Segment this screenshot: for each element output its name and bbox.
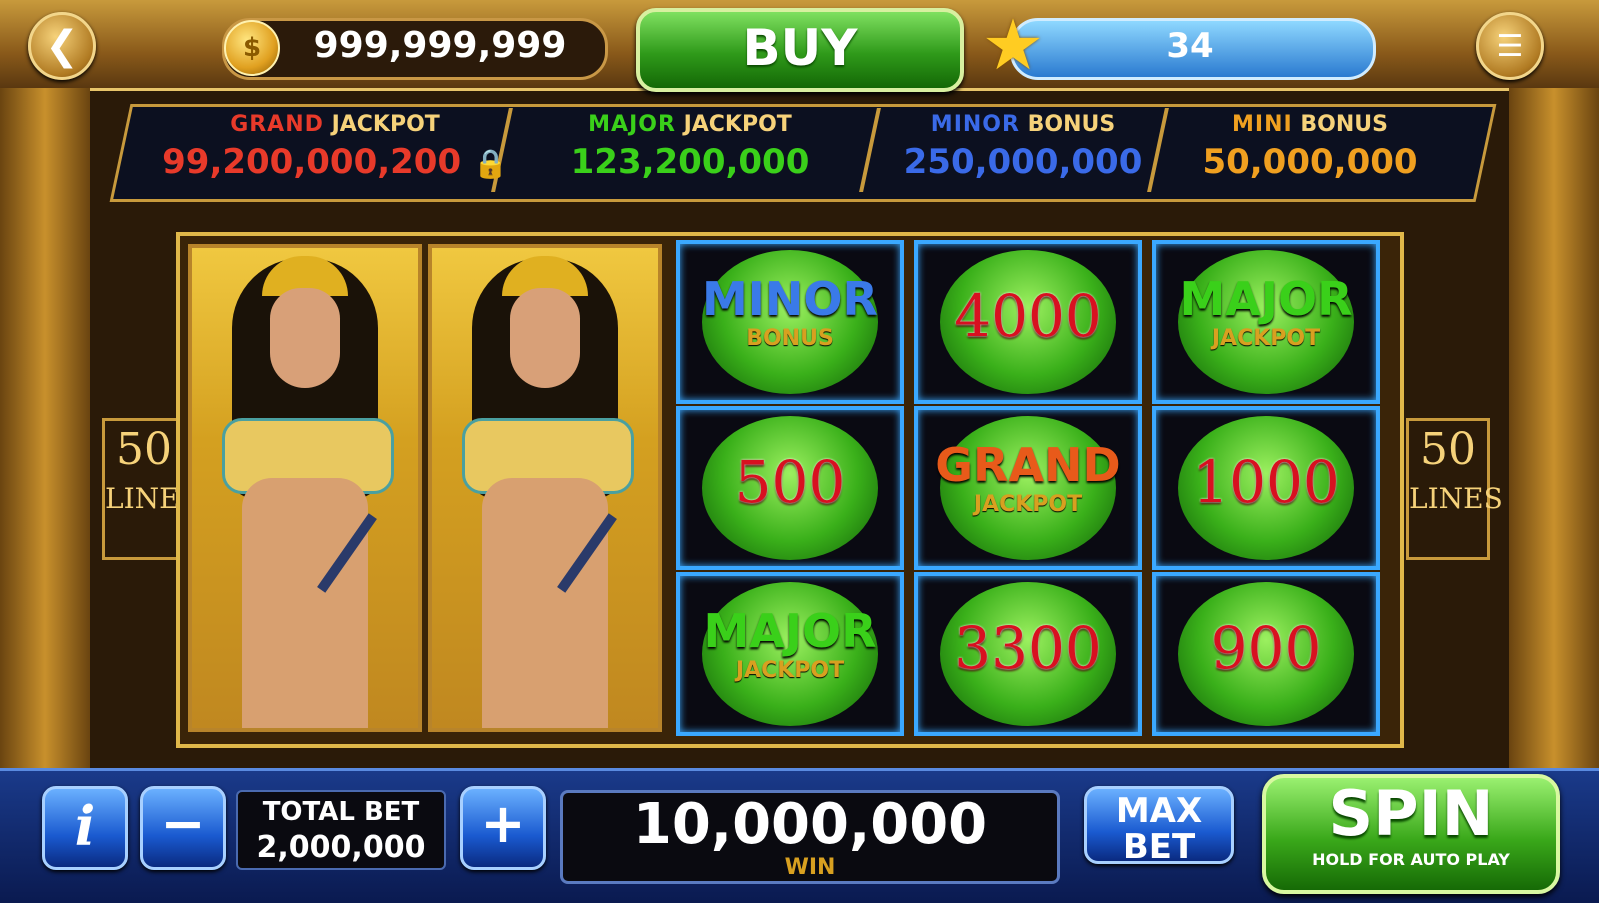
jackpot-kind: JACKPOT [683, 112, 792, 137]
reel-cell: 1000 [1152, 406, 1380, 570]
jackpot-value: 250,000,000 [903, 142, 1143, 182]
chevron-left-icon: ❮ [45, 23, 79, 69]
jackpot-kind: BONUS [1027, 112, 1116, 137]
spin-button[interactable]: SPIN HOLD FOR AUTO PLAY [1262, 774, 1560, 894]
info-button[interactable]: i [42, 786, 128, 870]
reel-cell: 500 [676, 406, 904, 570]
lock-icon: 🔒 [472, 147, 508, 180]
lines-indicator-left: 50 LINES [102, 418, 199, 560]
spin-label: SPIN [1328, 777, 1494, 850]
symbol-sub: BONUS [746, 326, 834, 351]
jackpot-value: 123,200,000 [570, 142, 810, 182]
buy-button[interactable]: BUY [636, 8, 964, 92]
jackpot-tag: MAJOR [588, 112, 676, 137]
jackpot-tag: MINOR [930, 112, 1020, 137]
total-bet-display: TOTAL BET 2,000,000 [236, 790, 446, 870]
max-bet-label: MAX [1115, 791, 1203, 831]
symbol-value: 3300 [954, 614, 1102, 682]
symbol-value: 900 [1210, 614, 1322, 682]
reel-cell: 4000 [914, 240, 1142, 404]
jackpot-value: 99,200,000,200 [162, 142, 462, 182]
right-wall-decoration [1509, 88, 1599, 768]
symbol-value: 1000 [1192, 448, 1340, 516]
minor-bonus: MINOR BONUS 250,000,000 [878, 110, 1168, 192]
win-label: WIN [784, 855, 836, 880]
decrease-bet-button[interactable]: − [140, 786, 226, 870]
queen-symbol [188, 244, 422, 732]
jackpot-tag: MINI [1232, 112, 1293, 137]
jackpot-kind: BONUS [1300, 112, 1388, 137]
lines-label: LINES [1409, 482, 1503, 515]
jackpot-tag: GRAND [230, 112, 324, 137]
back-button[interactable]: ❮ [28, 12, 96, 80]
reel-cell: MAJOR JACKPOT [676, 572, 904, 736]
left-wall-decoration [0, 88, 90, 768]
coin-icon: $ [224, 20, 280, 76]
coin-balance: 999,999,999 [313, 25, 567, 66]
grand-jackpot: GRAND JACKPOT 99,200,000,200 🔒 [160, 110, 510, 192]
reel-cell: MINOR BONUS [676, 240, 904, 404]
win-amount: 10,000,000 [632, 792, 988, 857]
lines-count: 50 [1420, 424, 1476, 475]
symbol-value: 500 [734, 448, 846, 516]
reel-cell: 900 [1152, 572, 1380, 736]
level-number: 34 [1166, 26, 1214, 66]
max-bet-label: BET [1122, 827, 1196, 867]
spin-sublabel: HOLD FOR AUTO PLAY [1312, 850, 1510, 869]
symbol-sub: JACKPOT [973, 492, 1083, 517]
reel-cell: MAJOR JACKPOT [1152, 240, 1380, 404]
symbol-sub: JACKPOT [735, 658, 845, 683]
reel-cell: GRAND JACKPOT [914, 406, 1142, 570]
lines-indicator-right: 50 LINES [1406, 418, 1503, 560]
increase-bet-button[interactable]: + [460, 786, 546, 870]
jackpot-value: 50,000,000 [1202, 142, 1418, 182]
symbol-word: MAJOR [703, 604, 877, 658]
symbol-sub: JACKPOT [1211, 326, 1321, 351]
symbol-value: 4000 [954, 282, 1102, 350]
reel-cell: 3300 [914, 572, 1142, 736]
symbol-word: MAJOR [1179, 272, 1353, 326]
symbol-word: GRAND [935, 438, 1121, 492]
max-bet-button[interactable]: MAX BET [1084, 786, 1234, 867]
total-bet-value: 2,000,000 [256, 830, 426, 865]
menu-button[interactable]: ☰ [1476, 12, 1544, 80]
lines-count: 50 [116, 424, 172, 475]
mini-bonus: MINI BONUS 50,000,000 [1170, 110, 1450, 192]
hamburger-menu-icon: ☰ [1496, 28, 1524, 64]
jackpot-kind: JACKPOT [331, 112, 440, 137]
lines-label: LINES [105, 482, 199, 515]
queen-symbol [428, 244, 662, 732]
symbol-word: MINOR [702, 272, 878, 326]
win-display: 10,000,000 WIN [560, 790, 1060, 884]
star-icon: ★ [981, 4, 1045, 86]
major-jackpot: MAJOR JACKPOT 123,200,000 [530, 110, 850, 192]
total-bet-label: TOTAL BET [262, 797, 420, 827]
